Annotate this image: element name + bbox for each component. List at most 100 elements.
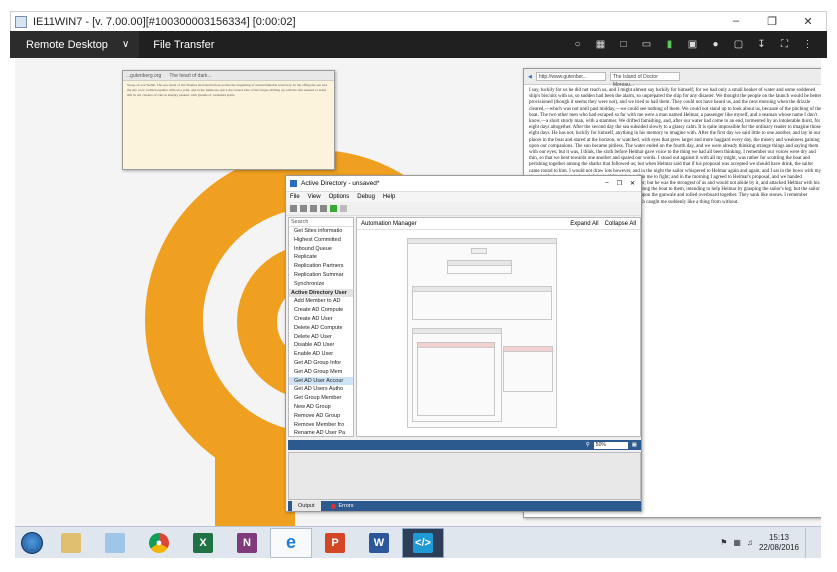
activity-item[interactable]: Get Sites informatio [289, 227, 353, 236]
ad-window-buttons: – ❐ ✕ [605, 180, 641, 187]
volume-icon[interactable]: ♫ [747, 538, 753, 547]
close-button[interactable]: ✕ [790, 15, 826, 28]
workflow-canvas[interactable] [407, 238, 567, 434]
back-icon[interactable]: ◀ [528, 74, 532, 80]
errors-tab-label: Errors [338, 503, 354, 509]
activity-item[interactable]: Get AD Users Autho [289, 385, 353, 394]
activity-item[interactable]: Synchronize [289, 280, 353, 289]
tab-output[interactable]: Output [292, 501, 321, 511]
menu-remote-desktop[interactable]: Remote Desktop ∨ [10, 31, 140, 58]
activity-item[interactable]: Get AD Group Infor [289, 359, 353, 368]
activity-item[interactable]: Create AD User [289, 315, 353, 324]
activity-item[interactable]: Remove Member fro [289, 421, 353, 430]
tab-errors[interactable]: Errors [325, 503, 360, 509]
activity-group-header[interactable]: Active Directory User [289, 288, 353, 298]
save-all-icon[interactable] [320, 205, 327, 212]
chat-icon[interactable]: □ [612, 31, 635, 58]
fullscreen-icon[interactable]: ⛶ [773, 31, 796, 58]
activity-item[interactable]: Replication Summar [289, 271, 353, 280]
menu-help[interactable]: Help [383, 194, 395, 200]
taskbar-app-windows-explorer[interactable] [50, 528, 92, 558]
taskbar-app-notepad[interactable] [94, 528, 136, 558]
flag-icon[interactable]: ⚑ [720, 538, 727, 547]
activity-item[interactable]: Inbound Queue [289, 245, 353, 254]
get-user-activity-block[interactable] [447, 260, 512, 274]
window-titlebar: IE11WIN7 - [v. 7.00.00][#100300003156334… [10, 11, 827, 31]
minimize-button[interactable]: – [718, 15, 754, 28]
ad-status-bar: ⚲ 50% ▦ [288, 440, 641, 450]
ad-menu: File View Options Debug Help [286, 192, 641, 202]
menu-options[interactable]: Options [329, 194, 350, 200]
show-desktop-button[interactable] [805, 527, 813, 558]
expand-all-button[interactable]: Expand All [570, 221, 598, 227]
monitors-icon[interactable]: ▦ [589, 31, 612, 58]
clock[interactable]: 15:13 22/08/2016 [759, 533, 799, 553]
remote-screen[interactable]: ...gutenberg.org The heart of dark... Sl… [15, 58, 821, 526]
browser-tab[interactable]: The Island of Doctor Moreau... [609, 72, 680, 88]
activity-item[interactable]: Delete AD User [289, 333, 353, 342]
activity-item[interactable]: New AD Group [289, 403, 353, 412]
window-icon[interactable]: ▢ [727, 31, 750, 58]
activity-item[interactable]: Replication Partners [289, 262, 353, 271]
signal-icon[interactable]: ▮ [658, 31, 681, 58]
menu-file-transfer[interactable]: File Transfer [139, 31, 228, 58]
activity-item[interactable]: Delete AD Compute [289, 324, 353, 333]
taskbar-app-devtools[interactable]: </> [402, 527, 444, 558]
network-icon[interactable]: ▦ [733, 538, 741, 547]
taskbar-app-internet-explorer[interactable]: e [270, 527, 312, 558]
automation-manager-panel[interactable]: Automation Manager Expand All Collapse A… [356, 217, 641, 437]
activity-search-input[interactable]: Search [289, 218, 353, 227]
menu-view[interactable]: View [308, 194, 321, 200]
active-directory-window[interactable]: Active Directory - unsaved* – ❐ ✕ File V… [285, 175, 642, 512]
more-icon[interactable]: ⋮ [796, 31, 819, 58]
stop-icon[interactable] [340, 205, 347, 212]
menu-debug[interactable]: Debug [357, 194, 375, 200]
activity-item[interactable]: Add Member to AD [289, 297, 353, 306]
taskbar-app-onenote[interactable]: N [226, 528, 268, 558]
menu-file[interactable]: File [290, 194, 300, 200]
address-bar[interactable]: ...gutenberg.org [126, 73, 161, 79]
activity-item[interactable]: Rename AD User Pa [289, 429, 353, 436]
ad-close-button[interactable]: ✕ [630, 180, 635, 187]
app-icon [15, 15, 27, 28]
collapse-all-button[interactable]: Collapse All [605, 221, 636, 227]
run-icon[interactable] [330, 205, 337, 212]
open-icon[interactable] [300, 205, 307, 212]
properties-block[interactable] [417, 342, 495, 416]
fit-icon[interactable]: ▦ [632, 442, 637, 448]
taskbar: ● X Ne P W </> ⚑ ▦ ♫ 15:13 22/08/2016 [15, 526, 821, 558]
activity-item[interactable]: Create AD Compute [289, 306, 353, 315]
activity-item[interactable]: Remove AD Group [289, 412, 353, 421]
zoom-select[interactable]: 50% [593, 441, 628, 449]
activity-item[interactable]: Get AD User Accour [289, 376, 353, 386]
taskbar-app-excel[interactable]: X [182, 528, 224, 558]
circle-chevron-icon[interactable]: ○ [566, 31, 589, 58]
start-button[interactable] [15, 528, 49, 558]
address-bar[interactable]: http://www.gutenber... [535, 72, 606, 81]
taskbar-app-chrome[interactable]: ● [138, 528, 180, 558]
clock-time: 15:13 [768, 532, 789, 542]
browser-window-small[interactable]: ...gutenberg.org The heart of dark... Sl… [122, 70, 335, 170]
new-icon[interactable] [290, 205, 297, 212]
lock-icon[interactable]: ▣ [681, 31, 704, 58]
activity-item[interactable]: Get AD Group Mem [289, 368, 353, 377]
browser-tab[interactable]: The heart of dark... [169, 73, 211, 79]
activity-item[interactable]: Get Group Member [289, 394, 353, 403]
taskbar-app-powerpoint[interactable]: P [314, 528, 356, 558]
ad-minimize-button[interactable]: – [605, 180, 608, 187]
start-node[interactable] [471, 248, 487, 254]
activity-item[interactable]: Highest Committed [289, 236, 353, 245]
record-icon[interactable]: ● [704, 31, 727, 58]
activity-item[interactable]: Enable AD User [289, 350, 353, 359]
maximize-button[interactable]: ❐ [754, 15, 790, 28]
taskbar-app-word[interactable]: W [358, 528, 400, 558]
notepad-icon [105, 532, 125, 553]
activity-item[interactable]: Disable AD User [289, 341, 353, 350]
ad-maximize-button[interactable]: ❐ [617, 180, 622, 187]
if-block[interactable] [412, 286, 552, 320]
save-icon[interactable] [310, 205, 317, 212]
screen-icon[interactable]: ▭ [635, 31, 658, 58]
activity-item[interactable]: Replicate [289, 253, 353, 262]
else-block[interactable] [503, 346, 553, 392]
download-icon[interactable]: ↧ [750, 31, 773, 58]
